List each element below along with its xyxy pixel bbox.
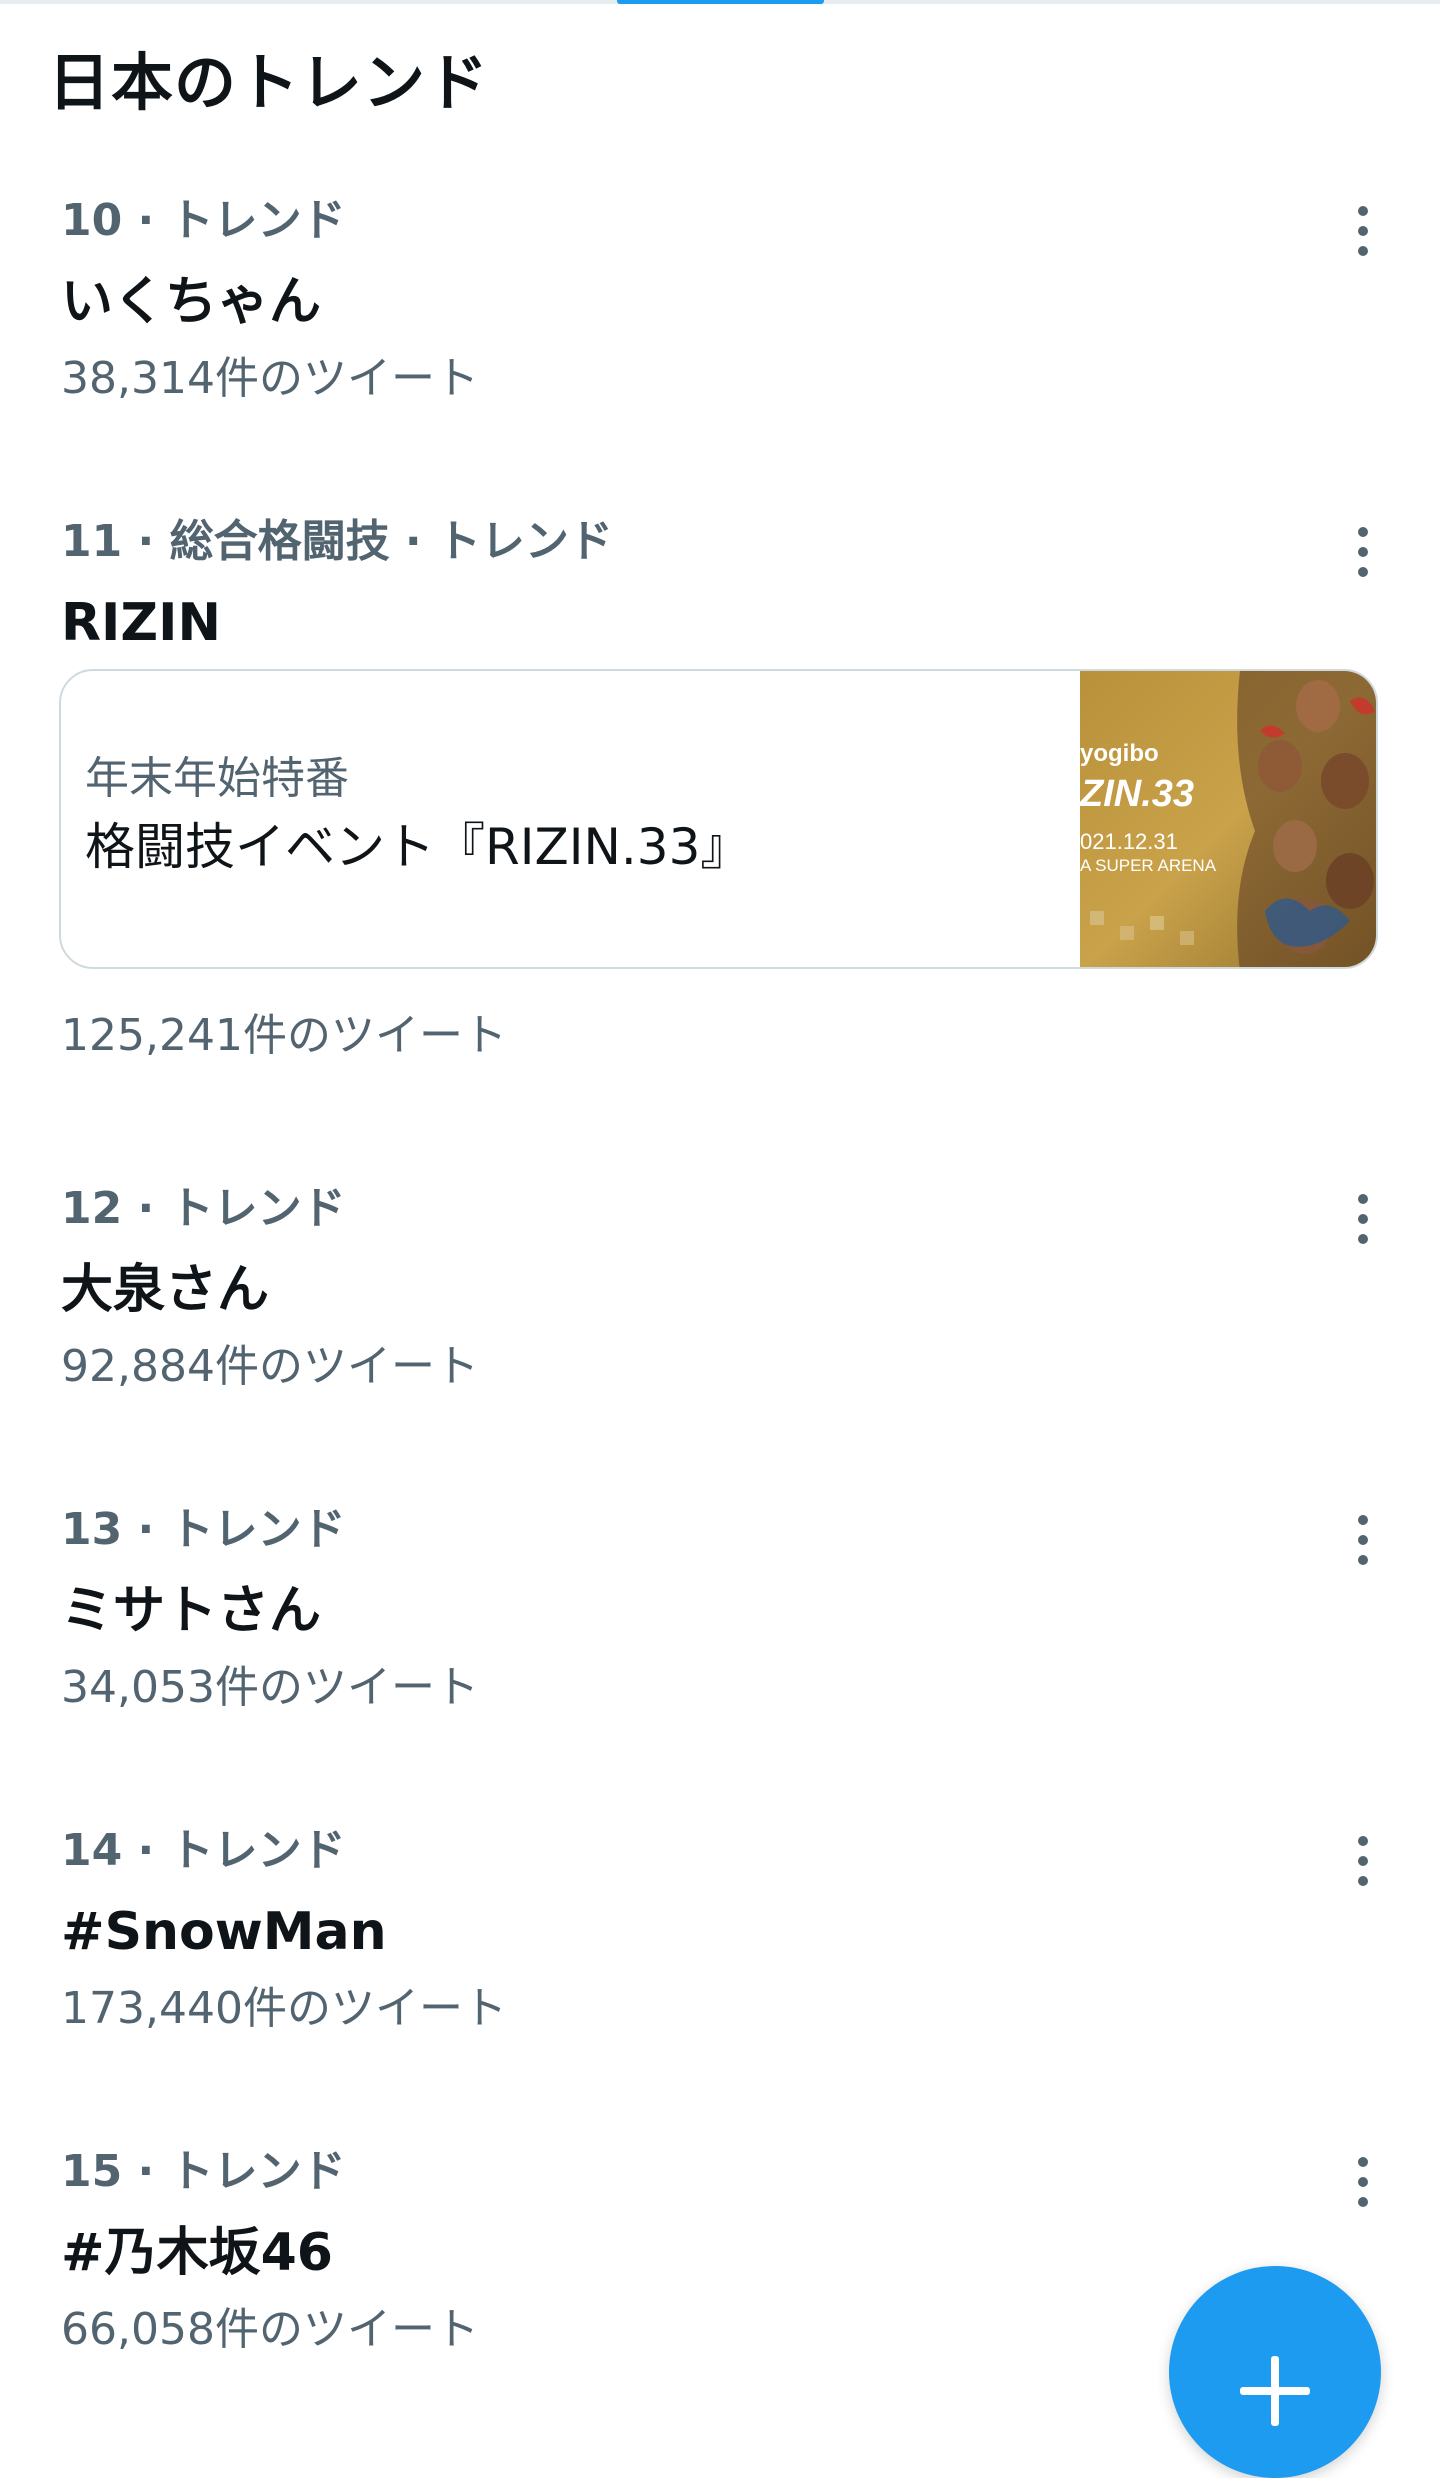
- more-options-button[interactable]: [1335, 1510, 1391, 1570]
- more-options-button[interactable]: [1335, 201, 1391, 261]
- section-title: 日本のトレンド: [48, 46, 490, 119]
- trend-tweet-count: 173,440件のツイート: [61, 1983, 507, 2034]
- trend-name: ミサトさん: [61, 1581, 322, 1641]
- trend-tweet-count: 66,058件のツイート: [61, 2304, 479, 2355]
- more-options-button[interactable]: [1335, 1831, 1391, 1891]
- trend-meta: 14 · トレンド: [61, 1825, 346, 1876]
- trend-name: 大泉さん: [61, 1260, 270, 1320]
- trend-tweet-count: 38,314件のツイート: [61, 353, 479, 404]
- more-vertical-icon: [1358, 1836, 1368, 1886]
- plus-icon: [1240, 2356, 1310, 2426]
- trend-name: #乃木坂46: [61, 2223, 333, 2283]
- more-vertical-icon: [1358, 2157, 1368, 2207]
- trend-item[interactable]: 13 · トレンド ミサトさん 34,053件のツイート: [0, 1502, 1440, 1742]
- trend-item[interactable]: 14 · トレンド #SnowMan 173,440件のツイート: [0, 1823, 1440, 2063]
- thumb-brand: yogibo: [1080, 740, 1159, 767]
- trend-tweet-count: 125,241件のツイート: [61, 1010, 507, 1061]
- compose-tweet-button[interactable]: [1169, 2266, 1381, 2478]
- more-vertical-icon: [1358, 206, 1368, 256]
- more-options-button[interactable]: [1335, 1189, 1391, 1249]
- event-title: 格闘技イベント『RIZIN.33』: [85, 818, 751, 876]
- trend-meta: 15 · トレンド: [61, 2146, 346, 2197]
- trend-item[interactable]: 11 · 総合格闘技 · トレンド RIZIN 年末年始特番 格闘技イベント『R…: [0, 514, 1440, 1074]
- trend-meta: 13 · トレンド: [61, 1504, 346, 1555]
- trend-item[interactable]: 12 · トレンド 大泉さん 92,884件のツイート: [0, 1181, 1440, 1421]
- trend-tweet-count: 92,884件のツイート: [61, 1341, 479, 1392]
- trend-name: いくちゃん: [61, 272, 322, 332]
- thumb-venue: A SUPER ARENA: [1080, 856, 1217, 875]
- event-card[interactable]: 年末年始特番 格闘技イベント『RIZIN.33』 yogibo ZIN.33 0…: [59, 669, 1378, 969]
- trend-item[interactable]: 10 · トレンド いくちゃん 38,314件のツイート: [0, 193, 1440, 433]
- trend-meta: 10 · トレンド: [61, 195, 346, 246]
- more-vertical-icon: [1358, 527, 1368, 577]
- event-subtitle: 年末年始特番: [85, 753, 349, 804]
- thumb-logo: ZIN.33: [1080, 773, 1194, 815]
- trend-meta: 12 · トレンド: [61, 1183, 346, 1234]
- thumb-date: 021.12.31: [1080, 829, 1178, 854]
- more-vertical-icon: [1358, 1194, 1368, 1244]
- trend-tweet-count: 34,053件のツイート: [61, 1662, 479, 1713]
- active-tab-indicator: [617, 0, 824, 4]
- trend-meta: 11 · 総合格闘技 · トレンド: [61, 516, 613, 567]
- more-vertical-icon: [1358, 1515, 1368, 1565]
- trend-name: #SnowMan: [61, 1902, 387, 1962]
- trend-name: RIZIN: [61, 593, 221, 653]
- more-options-button[interactable]: [1335, 2152, 1391, 2212]
- event-thumbnail: yogibo ZIN.33 021.12.31 A SUPER ARENA: [1080, 671, 1376, 967]
- more-options-button[interactable]: [1335, 522, 1391, 582]
